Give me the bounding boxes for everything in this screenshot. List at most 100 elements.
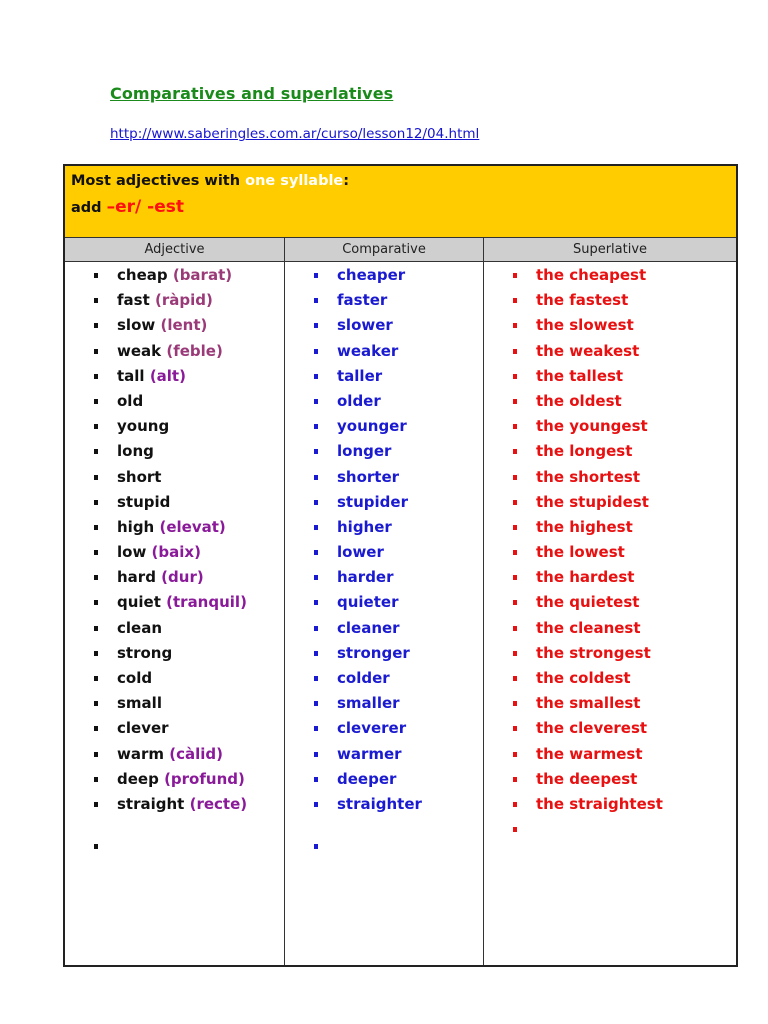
adjective-item: cheap (barat) — [65, 263, 284, 288]
comparative-word: colder — [337, 669, 390, 687]
bullet-icon — [94, 474, 98, 480]
bullet-icon — [94, 600, 98, 606]
adjective-word: young — [117, 417, 170, 436]
empty-list-item — [65, 834, 284, 859]
comparative-word: cleverer — [337, 719, 407, 738]
superlative-word: the highest — [536, 517, 633, 536]
bullet-icon — [513, 650, 517, 656]
bullet-icon — [513, 726, 517, 732]
comparative-word: cleaner — [337, 618, 400, 637]
adjective-item: high (elevat) — [65, 515, 284, 540]
adjective-word: clever — [117, 719, 169, 738]
adjective-word: strong — [117, 643, 173, 662]
adjective-word: high — [117, 517, 155, 536]
bullet-icon — [94, 323, 98, 329]
superlative-item: the weakest — [484, 339, 736, 364]
bullet-icon — [94, 801, 98, 807]
superlative-item: the stupidest — [484, 490, 736, 515]
bullet-icon — [94, 449, 98, 455]
superlative-word: the quietest — [536, 593, 640, 612]
bullet-icon — [314, 524, 318, 530]
bullet-icon — [314, 273, 318, 278]
highlight-one-syllable: one syllable — [245, 173, 344, 189]
adjective-word: hard — [117, 568, 156, 587]
comparative-word: stupider — [337, 492, 408, 511]
comparative-item: harder — [285, 565, 483, 590]
comparative-word: taller — [337, 366, 383, 385]
bullet-icon — [94, 524, 98, 530]
superlative-word: the fastest — [536, 291, 629, 310]
comparative-word: quieter — [337, 593, 399, 612]
source-link[interactable]: http://www.saberingles.com.ar/curso/less… — [110, 126, 479, 142]
adjective-item: strong — [65, 641, 284, 666]
adjective-item: low (baix) — [65, 540, 284, 565]
adjective-item: hard (dur) — [65, 565, 284, 590]
adjective-item: cold — [65, 666, 284, 691]
superlative-item: the shortest — [484, 465, 736, 490]
bullet-icon — [94, 424, 98, 430]
adjective-word: warm — [117, 744, 165, 763]
comparative-item: slower — [285, 313, 483, 338]
header-comparative: Comparative — [285, 238, 484, 261]
adjective-word: tall — [117, 366, 145, 385]
catalan-translation: (barat) — [172, 266, 233, 284]
bullet-icon — [513, 449, 517, 455]
bullet-icon — [94, 273, 98, 278]
adjective-item: clever — [65, 716, 284, 741]
bullet-icon — [513, 676, 517, 681]
bullet-icon — [314, 676, 318, 681]
adjective-word: small — [117, 694, 162, 713]
superlative-item: the slowest — [484, 313, 736, 338]
adjective-word: weak — [117, 341, 162, 360]
comparative-word: older — [337, 391, 381, 410]
comparative-item: shorter — [285, 465, 483, 490]
bullet-icon — [513, 701, 517, 707]
adjective-item: old — [65, 389, 284, 414]
bullet-icon — [314, 751, 318, 757]
superlative-item: the fastest — [484, 288, 736, 313]
rule-add-text: add — [71, 200, 107, 216]
adjective-item: deep (profund) — [65, 767, 284, 792]
comparative-item: stronger — [285, 641, 483, 666]
bullet-icon — [513, 398, 517, 404]
comparative-item: younger — [285, 414, 483, 439]
bullet-icon — [94, 726, 98, 732]
comparative-word: smaller — [337, 694, 400, 713]
bullet-icon — [94, 298, 98, 304]
catalan-translation: (recte) — [189, 794, 248, 813]
superlative-item: the hardest — [484, 565, 736, 590]
superlative-column: the cheapest the fastest the slowest the we… — [484, 262, 736, 965]
adjective-item: small — [65, 691, 284, 716]
catalan-translation: (dur) — [161, 568, 204, 587]
catalan-translation: (ràpid) — [154, 291, 213, 310]
adjective-word: deep — [117, 769, 159, 788]
adjective-item: stupid — [65, 490, 284, 515]
superlative-item: the cleverest — [484, 716, 736, 741]
bullet-icon — [314, 449, 318, 455]
superlative-word: the weakest — [536, 341, 640, 360]
bullet-icon — [314, 323, 318, 329]
comparative-item: cleaner — [285, 616, 483, 641]
comparative-item: straighter — [285, 792, 483, 817]
comparative-word: straighter — [337, 794, 422, 813]
empty-list-item — [285, 834, 483, 859]
superlative-item: the lowest — [484, 540, 736, 565]
bullet-icon — [314, 726, 318, 732]
bullet-icon — [314, 373, 318, 379]
superlative-item: the cheapest — [484, 263, 736, 288]
bullet-icon — [314, 550, 318, 556]
comparative-item: older — [285, 389, 483, 414]
superlative-word: the straightest — [536, 794, 663, 813]
adjective-word: slow — [117, 316, 156, 335]
comparative-word: cheaper — [337, 266, 406, 284]
bullet-icon — [94, 844, 98, 850]
adjective-word: short — [117, 467, 162, 486]
adjective-word: stupid — [117, 492, 171, 511]
bullet-icon — [513, 323, 517, 329]
adjective-item: clean — [65, 616, 284, 641]
table-header: Adjective Comparative Superlative — [65, 238, 736, 262]
superlative-word: the cheapest — [536, 266, 647, 284]
rule-text: Most adjectives with — [71, 173, 246, 189]
superlative-word: the youngest — [536, 417, 648, 436]
superlative-item: the smallest — [484, 691, 736, 716]
